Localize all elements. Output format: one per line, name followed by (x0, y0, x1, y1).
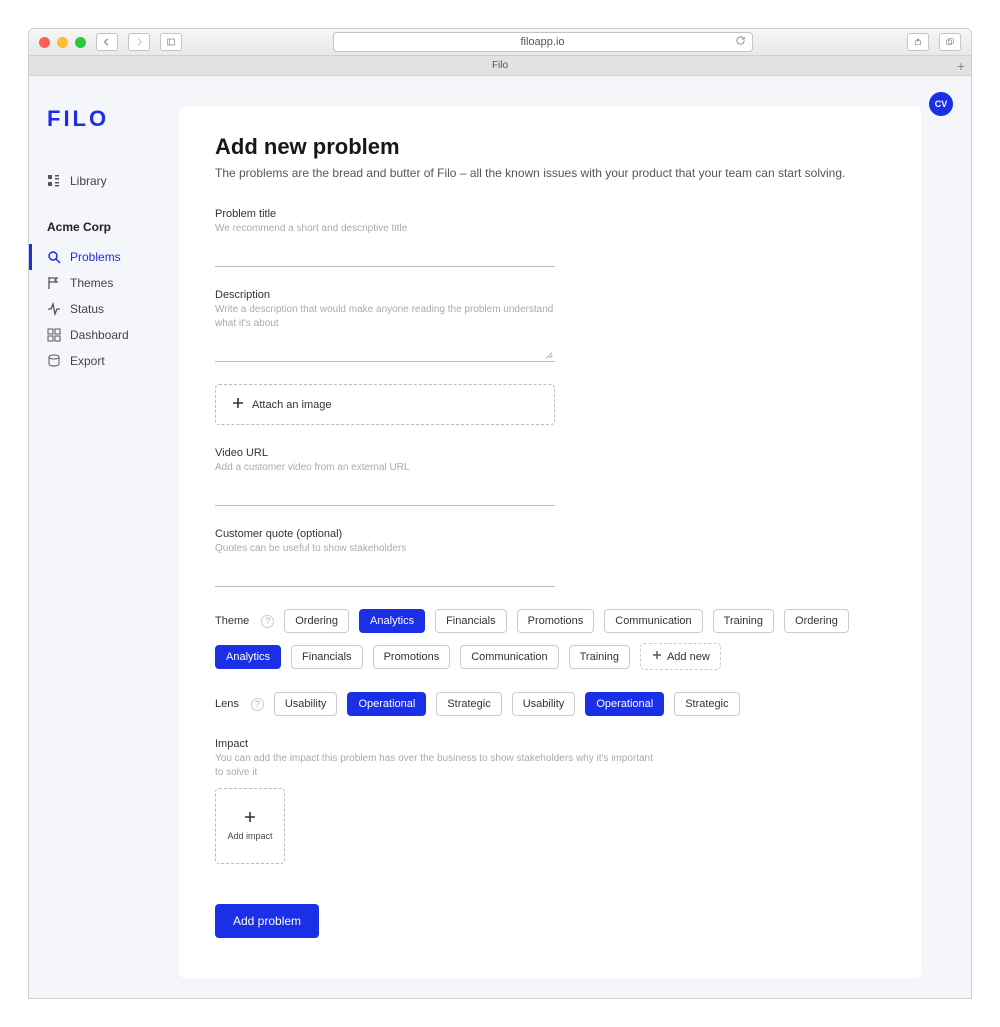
page-subtitle: The problems are the bread and butter of… (215, 166, 885, 180)
sidebar-item-dashboard[interactable]: Dashboard (29, 322, 169, 348)
attach-label: Attach an image (252, 399, 332, 411)
info-icon[interactable]: ? (261, 615, 274, 628)
lens-label: Lens (215, 698, 239, 710)
url-text: filoapp.io (520, 36, 564, 48)
theme-chip-analytics[interactable]: Analytics (359, 609, 425, 633)
add-impact-label: Add impact (227, 831, 272, 841)
add-theme-button[interactable]: Add new (640, 643, 721, 670)
sidebar-item-label: Themes (70, 276, 113, 290)
active-tab-title[interactable]: Filo (492, 60, 508, 71)
description-input[interactable] (215, 335, 555, 362)
theme-chip-ordering[interactable]: Ordering (784, 609, 849, 633)
quote-label: Customer quote (optional) (215, 528, 555, 540)
lens-row: Lens ? Usability Operational Strategic Usab… (215, 692, 885, 716)
sidebar-toggle-button[interactable] (160, 33, 182, 51)
flag-icon (47, 276, 61, 290)
add-problem-button[interactable]: Add problem (215, 904, 319, 938)
minimize-window-button[interactable] (57, 37, 68, 48)
sidebar-item-problems[interactable]: Problems (29, 244, 169, 270)
sidebar-item-status[interactable]: Status (29, 296, 169, 322)
problem-title-input[interactable] (215, 240, 555, 267)
description-label: Description (215, 289, 555, 301)
theme-chip-financials[interactable]: Financials (435, 609, 507, 633)
theme-chip-communication[interactable]: Communication (460, 645, 558, 669)
library-icon (47, 174, 61, 188)
info-icon[interactable]: ? (251, 698, 264, 711)
theme-chip-training[interactable]: Training (569, 645, 630, 669)
lens-chip-operational[interactable]: Operational (347, 692, 426, 716)
field-description: Description Write a description that wou… (215, 289, 555, 362)
theme-chip-ordering[interactable]: Ordering (284, 609, 349, 633)
dashboard-icon (47, 328, 61, 342)
plus-icon (244, 811, 256, 825)
address-bar[interactable]: filoapp.io (333, 32, 753, 52)
problem-title-label: Problem title (215, 208, 555, 220)
sidebar-item-label: Export (70, 354, 105, 368)
impact-hint: You can add the impact this problem has … (215, 752, 655, 780)
export-icon (47, 354, 61, 368)
org-name: Acme Corp (43, 220, 169, 244)
field-problem-title: Problem title We recommend a short and d… (215, 208, 555, 267)
quote-hint: Quotes can be useful to show stakeholder… (215, 542, 555, 556)
activity-icon (47, 302, 61, 316)
sidebar: FILO Library Acme Corp Problems Themes S… (29, 76, 169, 998)
attach-image-button[interactable]: Attach an image (215, 384, 555, 425)
theme-chip-promotions[interactable]: Promotions (373, 645, 451, 669)
theme-chip-communication[interactable]: Communication (604, 609, 702, 633)
close-window-button[interactable] (39, 37, 50, 48)
video-url-input[interactable] (215, 479, 555, 506)
plus-icon (651, 649, 663, 664)
problem-title-hint: We recommend a short and descriptive tit… (215, 222, 555, 236)
sidebar-item-label: Problems (70, 250, 121, 264)
description-hint: Write a description that would make anyo… (215, 303, 555, 331)
maximize-window-button[interactable] (75, 37, 86, 48)
sidebar-item-label: Dashboard (70, 328, 129, 342)
logo: FILO (43, 106, 169, 132)
sidebar-item-library[interactable]: Library (29, 168, 169, 194)
theme-chip-training[interactable]: Training (713, 609, 774, 633)
sidebar-item-export[interactable]: Export (29, 348, 169, 374)
add-theme-label: Add new (667, 651, 710, 663)
forward-button[interactable] (128, 33, 150, 51)
share-button[interactable] (907, 33, 929, 51)
theme-chip-analytics[interactable]: Analytics (215, 645, 281, 669)
field-customer-quote: Customer quote (optional) Quotes can be … (215, 528, 555, 587)
lens-chip-usability[interactable]: Usability (512, 692, 576, 716)
add-impact-button[interactable]: Add impact (215, 788, 285, 864)
browser-toolbar: filoapp.io (28, 28, 972, 56)
quote-input[interactable] (215, 560, 555, 587)
lens-chip-strategic[interactable]: Strategic (674, 692, 739, 716)
sidebar-item-label: Status (70, 302, 104, 316)
video-url-hint: Add a customer video from an external UR… (215, 461, 555, 475)
field-video-url: Video URL Add a customer video from an e… (215, 447, 555, 506)
tabs-button[interactable] (939, 33, 961, 51)
app-window: CV FILO Library Acme Corp Problems Theme… (28, 76, 972, 999)
resize-handle-icon[interactable] (545, 350, 553, 358)
theme-chip-financials[interactable]: Financials (291, 645, 363, 669)
impact-label: Impact (215, 738, 655, 750)
main-content: Add new problem The problems are the bre… (179, 106, 921, 978)
reload-icon[interactable] (735, 35, 746, 49)
search-icon (47, 250, 61, 264)
video-url-label: Video URL (215, 447, 555, 459)
page-title: Add new problem (215, 134, 885, 160)
window-controls (39, 37, 86, 48)
theme-label: Theme (215, 615, 249, 627)
user-avatar[interactable]: CV (929, 92, 953, 116)
browser-tab-bar: Filo + (28, 56, 972, 76)
lens-chip-operational[interactable]: Operational (585, 692, 664, 716)
theme-chip-promotions[interactable]: Promotions (517, 609, 595, 633)
new-tab-button[interactable]: + (957, 58, 965, 74)
back-button[interactable] (96, 33, 118, 51)
field-impact: Impact You can add the impact this probl… (215, 738, 655, 864)
plus-icon (232, 397, 244, 412)
lens-chip-usability[interactable]: Usability (274, 692, 338, 716)
theme-row: Theme ? OrderingAnalyticsFinancialsPromo… (215, 609, 885, 670)
sidebar-item-label: Library (70, 174, 107, 188)
lens-chip-strategic[interactable]: Strategic (436, 692, 501, 716)
sidebar-item-themes[interactable]: Themes (29, 270, 169, 296)
